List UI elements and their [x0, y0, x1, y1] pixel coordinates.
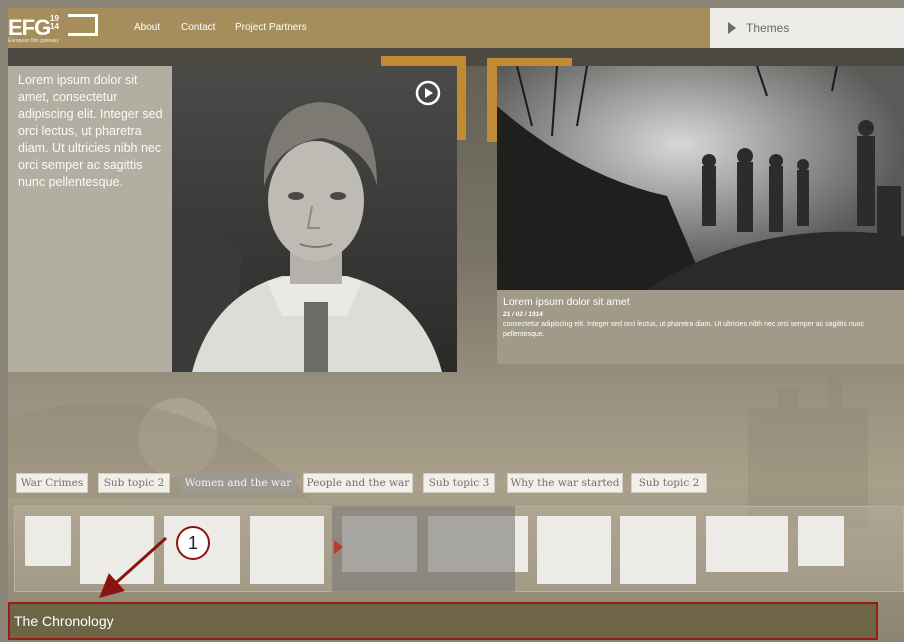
logo-subtitle: European film gateway: [8, 38, 59, 44]
page-frame: EFG 19 14 European film gateway About Co…: [8, 8, 904, 642]
triangle-right-icon: [728, 22, 736, 34]
caption-body: consectetur adipiscing elit. Integer sed…: [503, 321, 865, 338]
intro-text-panel: Lorem ipsum dolor sit amet, consectetur …: [8, 66, 172, 372]
timeline-thumbnail[interactable]: [706, 516, 788, 572]
tab-people-and-the-war[interactable]: People and the war: [303, 473, 413, 493]
nav-project-partners-link[interactable]: Project Partners: [235, 22, 307, 33]
logo-years-bottom: 14: [50, 22, 59, 31]
tab-war-crimes[interactable]: War Crimes: [16, 473, 88, 493]
timeline-thumbnail[interactable]: [515, 516, 528, 572]
timeline-thumbnail[interactable]: [250, 516, 324, 584]
play-icon[interactable]: [415, 80, 441, 106]
timeline-thumbnail[interactable]: [25, 516, 71, 566]
annotation-callout-number: 1: [176, 526, 210, 560]
timeline-thumbnail[interactable]: [80, 516, 154, 584]
timeline-thumbnail[interactable]: [620, 516, 696, 584]
portrait-photo[interactable]: [172, 66, 457, 372]
timeline-marker-arrow-icon: [334, 540, 343, 554]
tab-sub-topic-3[interactable]: Sub topic 3: [423, 473, 495, 493]
logo-bracket: [68, 14, 98, 36]
tab-sub-topic-2[interactable]: Sub topic 2: [98, 473, 170, 493]
themes-label: Themes: [746, 21, 790, 35]
war-photo[interactable]: [497, 66, 904, 290]
nav-contact-link[interactable]: Contact: [181, 22, 215, 33]
caption-date: 21 / 02 / 1914: [503, 311, 543, 318]
chronology-label: The Chronology: [14, 613, 114, 629]
chronology-bar[interactable]: The Chronology: [8, 602, 878, 640]
timeline-thumbnail[interactable]: [798, 516, 844, 566]
timeline-thumbnail-selected[interactable]: [428, 516, 515, 572]
themes-menu-button[interactable]: Themes: [710, 8, 904, 48]
intro-text: Lorem ipsum dolor sit amet, consectetur …: [18, 73, 163, 189]
logo-years: 19 14: [50, 15, 59, 31]
timeline-thumbnail[interactable]: [537, 516, 611, 584]
photo-caption: Lorem ipsum dolor sit amet 21 / 02 / 191…: [497, 290, 904, 364]
top-navigation-bar: EFG 19 14 European film gateway About Co…: [8, 8, 904, 48]
caption-title[interactable]: Lorem ipsum dolor sit amet: [503, 296, 630, 308]
nav-about-link[interactable]: About: [134, 22, 160, 33]
timeline-thumbnail-selected[interactable]: [342, 516, 417, 572]
tab-why-the-war-started[interactable]: Why the war started: [507, 473, 623, 493]
tab-women-and-the-war[interactable]: Women and the war: [180, 473, 296, 493]
tab-sub-topic-2b[interactable]: Sub topic 2: [631, 473, 707, 493]
